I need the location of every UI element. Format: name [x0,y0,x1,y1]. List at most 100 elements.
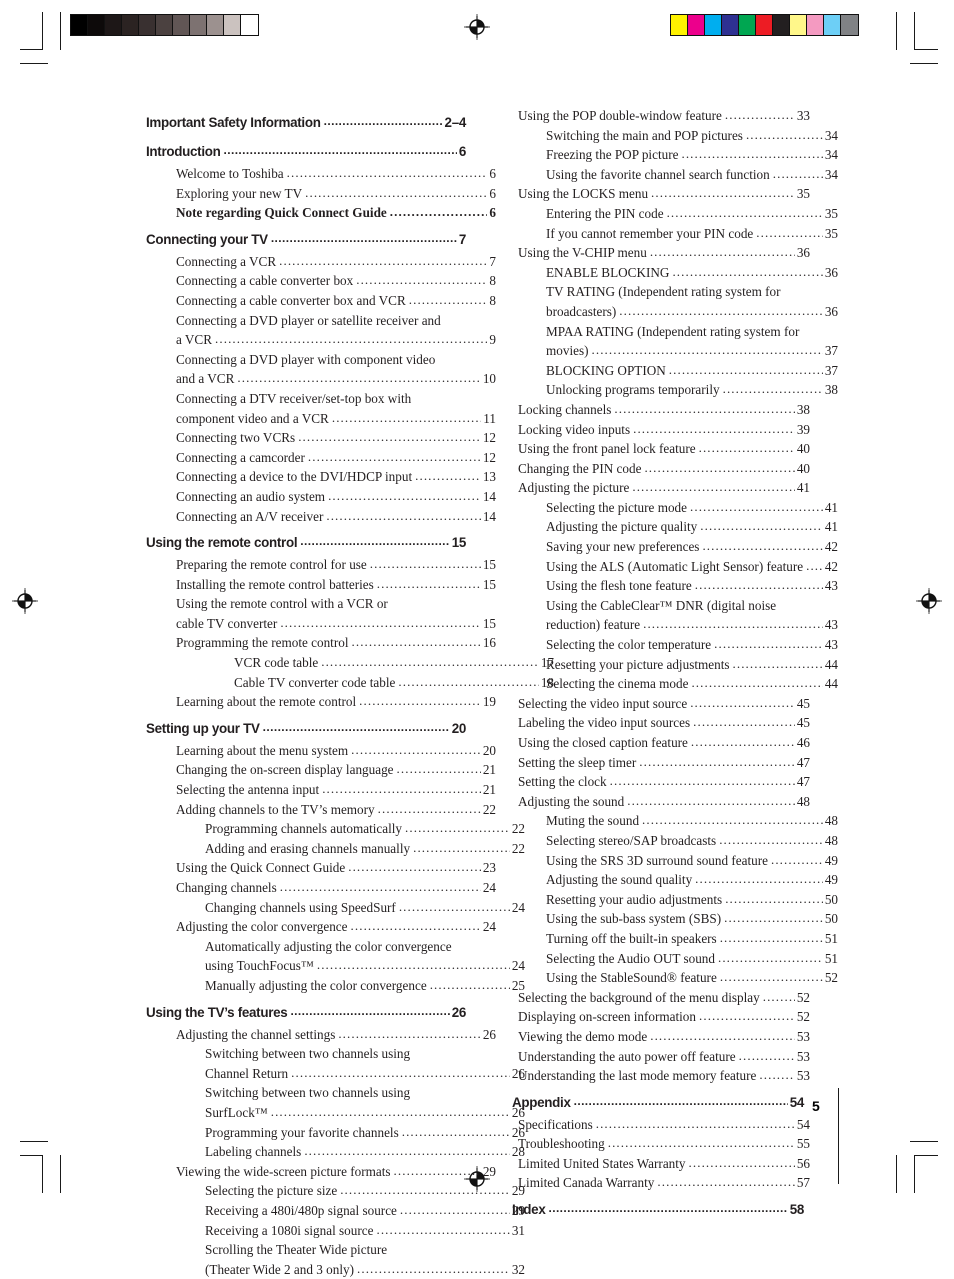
toc-entry[interactable]: (Theater Wide 2 and 3 only) 32 [146,1260,525,1279]
toc-entry[interactable]: Adjusting the color convergence 24 [146,917,496,937]
toc-entry[interactable]: Troubleshooting 55 [512,1134,810,1154]
toc-entry[interactable]: Using the SRS 3D surround sound feature 4… [512,851,838,871]
toc-entry[interactable]: Saving your new preferences 42 [512,537,838,557]
toc-entry[interactable]: component video and a VCR 11 [146,409,496,429]
toc-entry[interactable]: Selecting the video input source 45 [512,694,810,714]
toc-entry[interactable]: Connecting a camcorder 12 [146,448,496,468]
toc-entry[interactable]: broadcasters) 36 [512,302,838,322]
toc-entry[interactable]: movies) 37 [512,341,838,361]
toc-entry[interactable]: Using the StableSound® feature 52 [512,968,838,988]
toc-entry[interactable]: Limited United States Warranty 56 [512,1154,810,1174]
toc-entry[interactable]: Entering the PIN code 35 [512,204,838,224]
toc-entry[interactable]: Changing channels 24 [146,878,496,898]
toc-entry[interactable]: Labeling channels28 [146,1142,525,1162]
toc-entry[interactable]: Installing the remote control batteries 1… [146,575,496,595]
toc-entry[interactable]: Manually adjusting the color convergence… [146,976,525,996]
toc-entry[interactable]: Learning about the menu system 20 [146,741,496,761]
toc-entry[interactable]: Learning about the remote control 19 [146,692,496,712]
toc-entry[interactable]: Using the LOCKS menu 35 [512,184,810,204]
toc-entry[interactable]: Programming channels automatically22 [146,819,525,839]
toc-entry[interactable]: ENABLE BLOCKING 36 [512,263,838,283]
toc-entry[interactable]: Using the Quick Connect Guide 23 [146,858,496,878]
toc-entry[interactable]: Using the flesh tone feature 43 [512,576,838,596]
toc-entry[interactable]: Selecting the color temperature 43 [512,635,838,655]
toc-entry[interactable]: Connecting a device to the DVI/HDCP inpu… [146,467,496,487]
toc-entry[interactable]: and a VCR 10 [146,369,496,389]
toc-entry[interactable]: Resetting your picture adjustments 44 [512,655,838,675]
toc-entry[interactable]: Freezing the POP picture 34 [512,145,838,165]
toc-entry[interactable]: Limited Canada Warranty 57 [512,1173,810,1193]
toc-entry[interactable]: Using the remote control 15 [146,531,466,555]
toc-entry[interactable]: Unlocking programs temporarily 38 [512,380,838,400]
toc-entry[interactable]: Index 58 [512,1198,804,1222]
toc-entry[interactable]: Turning off the built-in speakers 51 [512,929,838,949]
toc-entry[interactable]: BLOCKING OPTION 37 [512,361,838,381]
toc-entry[interactable]: Using the sub-bass system (SBS) 50 [512,909,838,929]
toc-entry[interactable]: Understanding the auto power off feature… [512,1047,810,1067]
toc-entry[interactable]: Adding and erasing channels manually22 [146,839,525,859]
toc-entry[interactable]: Selecting the background of the menu dis… [512,988,810,1008]
toc-entry[interactable]: Using the ALS (Automatic Light Sensor) f… [512,557,838,577]
toc-entry[interactable]: Adjusting the picture 41 [512,478,810,498]
toc-entry[interactable]: Connecting an A/V receiver 14 [146,507,496,527]
toc-entry[interactable]: Important Safety Information 2–4 [146,111,466,135]
toc-entry[interactable]: Adjusting the sound quality 49 [512,870,838,890]
toc-entry[interactable]: Cable TV converter code table18 [146,673,554,693]
toc-entry[interactable]: Note regarding Quick Connect Guide 6 [146,203,496,223]
toc-entry[interactable]: Specifications 54 [512,1115,810,1135]
toc-entry[interactable]: SurfLock™26 [146,1103,525,1123]
toc-entry[interactable]: Connecting two VCRs 12 [146,428,496,448]
toc-entry[interactable]: Using the V-CHIP menu 36 [512,243,810,263]
toc-entry[interactable]: Labeling the video input sources 45 [512,713,810,733]
toc-entry[interactable]: Adjusting the channel settings 26 [146,1025,496,1045]
toc-entry[interactable]: Setting up your TV 20 [146,717,466,741]
toc-entry[interactable]: a VCR 9 [146,330,496,350]
toc-entry[interactable]: Using the favorite channel search functi… [512,165,838,185]
toc-entry[interactable]: reduction) feature 43 [512,615,838,635]
toc-entry[interactable]: Changing the on-screen display language 2… [146,760,496,780]
toc-entry[interactable]: If you cannot remember your PIN code 35 [512,224,838,244]
toc-entry[interactable]: Changing channels using SpeedSurf24 [146,898,525,918]
toc-entry[interactable]: Setting the clock 47 [512,772,810,792]
toc-entry[interactable]: Connecting a cable converter box and VCR… [146,291,496,311]
toc-entry[interactable]: Adjusting the picture quality 41 [512,517,838,537]
toc-entry[interactable]: Receiving a 1080i signal source 31 [146,1221,525,1241]
toc-entry[interactable]: Using the POP double-window feature 33 [512,106,810,126]
toc-entry[interactable]: Welcome to Toshiba 6 [146,164,496,184]
toc-entry[interactable]: Selecting the Audio OUT sound 51 [512,949,838,969]
toc-entry[interactable]: Locking channels 38 [512,400,810,420]
toc-entry[interactable]: Selecting stereo/SAP broadcasts 48 [512,831,838,851]
toc-entry[interactable]: Changing the PIN code 40 [512,459,810,479]
toc-entry[interactable]: Using the TV’s features 26 [146,1001,466,1025]
toc-entry[interactable]: Introduction 6 [146,140,466,164]
toc-entry[interactable]: Selecting the picture mode 41 [512,498,838,518]
toc-entry[interactable]: Selecting the cinema mode 44 [512,674,838,694]
toc-entry[interactable]: Connecting a VCR 7 [146,252,496,272]
toc-entry[interactable]: Adjusting the sound 48 [512,792,810,812]
toc-entry[interactable]: Connecting your TV 7 [146,228,466,252]
toc-entry[interactable]: Muting the sound 48 [512,811,838,831]
toc-entry[interactable]: using TouchFocus™24 [146,956,525,976]
toc-entry[interactable]: Using the front panel lock feature 40 [512,439,810,459]
toc-entry[interactable]: Viewing the demo mode 53 [512,1027,810,1047]
toc-entry[interactable]: Channel Return26 [146,1064,525,1084]
toc-entry[interactable]: Preparing the remote control for use 15 [146,555,496,575]
toc-entry[interactable]: Exploring your new TV 6 [146,184,496,204]
toc-entry[interactable]: Appendix 54 [512,1091,804,1115]
toc-entry[interactable]: Using the closed caption feature 46 [512,733,810,753]
toc-entry[interactable]: VCR code table17 [146,653,554,673]
toc-entry[interactable]: Resetting your audio adjustments 50 [512,890,838,910]
toc-entry[interactable]: Displaying on-screen information 52 [512,1007,810,1027]
toc-entry[interactable]: Receiving a 480i/480p signal source29 [146,1201,525,1221]
toc-entry[interactable]: Selecting the picture size29 [146,1181,525,1201]
toc-entry[interactable]: cable TV converter 15 [146,614,496,634]
toc-entry[interactable]: Setting the sleep timer 47 [512,753,810,773]
toc-entry[interactable]: Programming your favorite channels26 [146,1123,525,1143]
toc-entry[interactable]: Connecting an audio system 14 [146,487,496,507]
toc-entry[interactable]: Connecting a cable converter box 8 [146,271,496,291]
toc-entry[interactable]: Understanding the last mode memory featu… [512,1066,810,1086]
toc-entry[interactable]: Selecting the antenna input 21 [146,780,496,800]
toc-entry[interactable]: Locking video inputs 39 [512,420,810,440]
toc-entry[interactable]: Viewing the wide-screen picture formats 2… [146,1162,496,1182]
toc-entry[interactable]: Switching the main and POP pictures 34 [512,126,838,146]
